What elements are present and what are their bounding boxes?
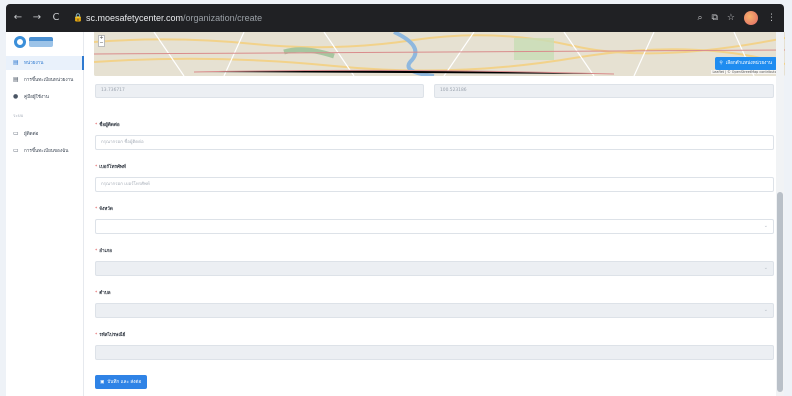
url-path: /organization/create (183, 13, 263, 23)
scrollbar[interactable] (776, 32, 784, 396)
map-attribution[interactable]: Leaflet | © OpenStreetMap contributors (711, 70, 781, 74)
logo-wordmark (29, 37, 53, 47)
sidebar: ▤ หน่วยงาน ▤ การขึ้นทะเบียนหน่วยงาน ● คู… (6, 32, 84, 396)
contact-icon: ▭ (13, 130, 19, 137)
required-mark: * (95, 291, 98, 296)
required-mark: * (95, 123, 98, 128)
province-label: * จังหวัด (95, 206, 113, 213)
sidebar-item-label: หน่วยงาน (24, 60, 44, 66)
postal-code-label: * รหัสไปรษณีย์ (95, 332, 125, 339)
back-icon[interactable]: ← (11, 11, 25, 25)
map-tiles (94, 32, 785, 76)
sidebar-item-registration[interactable]: ▤ การขึ้นทะเบียนหน่วยงาน (6, 73, 84, 87)
forward-icon[interactable]: → (30, 11, 44, 25)
subdistrict-label: * ตำบล (95, 290, 111, 297)
contact-name-label: * ชื่อผู้ติดต่อ (95, 122, 120, 129)
chevron-down-icon: ⌄ (763, 265, 768, 271)
zoom-icon[interactable]: ⌕ (697, 13, 702, 23)
sidebar-section-label: ระบบ (13, 114, 24, 119)
menu-icon[interactable]: ⋮ (767, 13, 776, 23)
required-mark: * (95, 249, 98, 254)
save-and-submit-button[interactable]: ▣ บันทึก และ ส่งต่อ (95, 375, 148, 389)
sidebar-item-manual[interactable]: ● คู่มือผู้ใช้งาน (6, 90, 84, 104)
sidebar-item-my-registrations[interactable]: ▭ การขึ้นทะเบียนของฉัน (6, 144, 84, 158)
location-map[interactable]: + − ⚲ เลือกตำแหน่งหน่วยงาน Leaflet | © O… (94, 32, 785, 76)
sidebar-item-label: การขึ้นทะเบียนหน่วยงาน (24, 77, 74, 83)
browser-actions: ⌕ ⧉ ☆ ⋮ (697, 11, 784, 25)
url-host: sc.moesafetycenter.com (86, 13, 184, 23)
save-icon: ▣ (100, 379, 105, 385)
save-button-label: บันทึก และ ส่งต่อ (107, 379, 142, 385)
sidebar-item-label: การขึ้นทะเบียนของฉัน (24, 148, 69, 154)
chevron-down-icon: ⌄ (763, 307, 768, 313)
required-mark: * (95, 165, 98, 170)
postal-code-label-text: รหัสไปรษณีย์ (99, 333, 126, 338)
subdistrict-select: ⌄ (95, 303, 774, 318)
pick-location-button[interactable]: ⚲ เลือกตำแหน่งหน่วยงาน (715, 57, 777, 70)
postal-code-input (95, 345, 774, 360)
sidebar-item-contacts[interactable]: ▭ ผู้ติดต่อ (6, 127, 84, 141)
app-logo[interactable] (14, 34, 58, 50)
phone-label: * เบอร์โทรศัพท์ (95, 164, 126, 171)
subdistrict-label-text: ตำบล (99, 291, 111, 296)
app-window: ▤ หน่วยงาน ▤ การขึ้นทะเบียนหน่วยงาน ● คู… (6, 32, 785, 396)
star-icon[interactable]: ☆ (727, 13, 735, 23)
scrollbar-thumb[interactable] (777, 192, 783, 392)
map-pin-icon: ⚲ (719, 61, 723, 66)
zoom-out-button[interactable]: − (99, 41, 104, 46)
contact-name-label-text: ชื่อผู้ติดต่อ (99, 123, 120, 128)
contact-name-input[interactable]: กรุณากรอก ชื่อผู้ติดต่อ (95, 135, 774, 150)
page: ← → C 🔒 sc.moesafetycenter.com/organizat… (0, 0, 792, 396)
reload-icon[interactable]: C (49, 11, 63, 25)
browser-toolbar: ← → C 🔒 sc.moesafetycenter.com/organizat… (6, 4, 784, 32)
book-icon: ● (13, 93, 19, 100)
building-icon: ▤ (13, 59, 19, 66)
latitude-field: 13.736717 (95, 84, 424, 98)
required-mark: * (95, 207, 98, 212)
district-select: ⌄ (95, 261, 774, 276)
register-icon: ▤ (13, 76, 19, 83)
address-bar[interactable]: sc.moesafetycenter.com/organization/crea… (86, 13, 262, 23)
phone-label-text: เบอร์โทรศัพท์ (99, 165, 126, 170)
chevron-down-icon: ⌄ (763, 223, 768, 229)
share-icon[interactable]: ⧉ (711, 13, 717, 23)
map-zoom-control[interactable]: + − (98, 35, 105, 47)
lock-icon: 🔒 (73, 13, 83, 22)
required-mark: * (95, 333, 98, 338)
longitude-field: 100.523186 (434, 84, 774, 98)
pick-location-label: เลือกตำแหน่งหน่วยงาน (725, 61, 772, 66)
province-label-text: จังหวัด (99, 207, 113, 212)
sidebar-item-label: ผู้ติดต่อ (24, 131, 39, 137)
main-content: + − ⚲ เลือกตำแหน่งหน่วยงาน Leaflet | © O… (84, 32, 785, 396)
province-select[interactable]: ⌄ (95, 219, 774, 234)
sidebar-item-organization[interactable]: ▤ หน่วยงาน (6, 56, 84, 70)
list-icon: ▭ (13, 147, 19, 154)
district-label: * อำเภอ (95, 248, 112, 255)
profile-avatar[interactable] (744, 11, 758, 25)
sidebar-item-label: คู่มือผู้ใช้งาน (24, 94, 49, 100)
logo-mark (14, 36, 26, 48)
district-label-text: อำเภอ (99, 249, 112, 254)
phone-input[interactable]: กรุณากรอก เบอร์โทรศัพท์ (95, 177, 774, 192)
